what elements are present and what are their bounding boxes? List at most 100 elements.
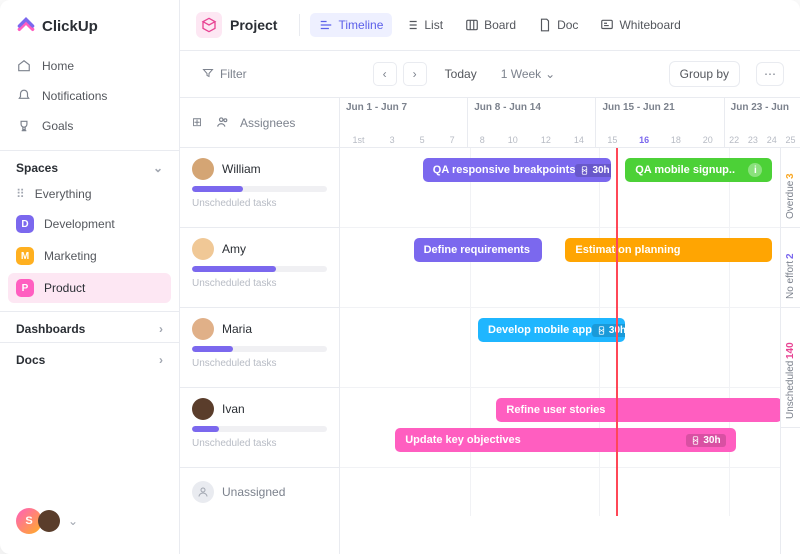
avatar — [192, 398, 214, 420]
assignee-row: Amy Unscheduled tasks — [180, 228, 339, 308]
sidetab-count: 2 — [785, 253, 796, 259]
dashboards-header[interactable]: Dashboards › — [0, 311, 179, 342]
assignee-amy[interactable]: Amy — [192, 238, 327, 260]
capacity-bar — [192, 186, 327, 192]
tab-board[interactable]: Board — [456, 13, 525, 37]
range-label: 1 Week — [501, 67, 541, 81]
week-label: Jun 15 - Jun 21 — [602, 102, 717, 113]
user-avatar-row: S ⌄ — [0, 500, 179, 542]
section-title: Dashboards — [16, 322, 85, 336]
unscheduled-label: Unscheduled tasks — [192, 358, 327, 369]
tab-whiteboard[interactable]: Whiteboard — [591, 13, 689, 37]
chevron-right-icon: › — [413, 67, 417, 81]
sidetab-count: 3 — [785, 173, 796, 179]
capacity-bar — [192, 426, 327, 432]
capacity-bar — [192, 266, 327, 272]
nav-home[interactable]: Home — [8, 52, 171, 80]
sidebar: ClickUp Home Notifications Goals Spaces … — [0, 0, 180, 554]
next-button[interactable]: › — [403, 62, 427, 86]
assignee-maria[interactable]: Maria — [192, 318, 327, 340]
task-label: Define requirements — [424, 244, 530, 256]
assignee-william[interactable]: William — [192, 158, 327, 180]
tab-timeline[interactable]: Timeline — [310, 13, 392, 37]
space-badge: D — [16, 215, 34, 233]
tab-doc[interactable]: Doc — [529, 13, 587, 37]
task-bar-refine[interactable]: Refine user stories — [496, 398, 781, 422]
project-toolbar: Project Timeline List Board Doc Whiteboa… — [180, 0, 800, 51]
assignee-unassigned[interactable]: Unassigned — [180, 468, 339, 516]
week-block: Jun 23 - Jun 22232425 — [725, 98, 800, 147]
assignee-name-label: Maria — [222, 322, 252, 336]
brand-name: ClickUp — [42, 18, 98, 35]
spaces-header[interactable]: Spaces ⌄ — [0, 150, 179, 181]
task-bar-dev-mobile[interactable]: Develop mobile app 30h — [478, 318, 625, 342]
sidetab-label: Unscheduled — [785, 361, 796, 419]
project-cube-icon — [196, 12, 222, 38]
capacity-bar — [192, 346, 327, 352]
tab-label: Whiteboard — [619, 18, 680, 32]
tab-label: Timeline — [338, 18, 383, 32]
assignee-ivan[interactable]: Ivan — [192, 398, 327, 420]
range-selector[interactable]: 1 Week ⌄ — [495, 63, 562, 85]
project-title: Project — [230, 17, 277, 33]
nav-notifications[interactable]: Notifications — [8, 82, 171, 110]
unscheduled-label: Unscheduled tasks — [192, 198, 327, 209]
bell-icon — [16, 88, 32, 104]
brand-logo[interactable]: ClickUp — [0, 12, 179, 52]
task-label: QA mobile signup.. — [635, 164, 735, 176]
chevron-down-icon: ⌄ — [68, 514, 78, 528]
task-bar-define-req[interactable]: Define requirements — [414, 238, 543, 262]
task-label: Develop mobile app — [488, 324, 592, 336]
task-bar-qa-breakpoints[interactable]: QA responsive breakpoints 30h — [423, 158, 612, 182]
date-header: Jun 1 - Jun 7 1st357 Jun 8 - Jun 14 8101… — [340, 98, 800, 148]
task-label: Refine user stories — [506, 404, 605, 416]
timeline-row: Refine user stories Update key objective… — [340, 388, 800, 468]
week-block: Jun 8 - Jun 14 8101214 — [468, 98, 596, 147]
week-block: Jun 1 - Jun 7 1st357 — [340, 98, 468, 147]
timeline-subbar: Filter ‹ › Today 1 Week ⌄ Group by ⋯ — [180, 51, 800, 98]
task-label: Update key objectives — [405, 434, 521, 446]
time-badge: 30h — [575, 164, 611, 177]
timeline-row: QA responsive breakpoints 30h QA mobile … — [340, 148, 800, 228]
time-badge: 30h — [592, 324, 625, 337]
time-badge: 30h — [686, 434, 725, 447]
sidetab-unscheduled[interactable]: Unscheduled 140 — [781, 308, 800, 428]
space-product[interactable]: P Product — [8, 273, 171, 303]
tab-list[interactable]: List — [396, 13, 452, 37]
task-bar-estimation[interactable]: Estimation planning — [565, 238, 772, 262]
filter-button[interactable]: Filter — [196, 63, 253, 86]
space-badge: P — [16, 279, 34, 297]
docs-header[interactable]: Docs › — [0, 342, 179, 373]
board-icon — [465, 18, 479, 32]
assignee-column: ⊞ Assignees William Unscheduled tasks A — [180, 98, 340, 554]
prev-button[interactable]: ‹ — [373, 62, 397, 86]
today-marker — [616, 148, 618, 516]
space-development[interactable]: D Development — [8, 209, 171, 239]
sidetab-noeffort[interactable]: No effort 2 — [781, 228, 800, 308]
more-button[interactable]: ⋯ — [756, 62, 784, 86]
space-label: Product — [44, 281, 85, 295]
user-avatar[interactable] — [38, 510, 60, 532]
timeline-grid: Jun 1 - Jun 7 1st357 Jun 8 - Jun 14 8101… — [340, 98, 800, 554]
assignee-row: Maria Unscheduled tasks — [180, 308, 339, 388]
chevron-down-icon: ⌄ — [153, 161, 163, 175]
assignees-header[interactable]: ⊞ Assignees — [180, 98, 339, 148]
info-icon: i — [748, 163, 762, 177]
sidetab-label: No effort — [785, 261, 796, 299]
timeline-icon — [319, 18, 333, 32]
side-tabs: Overdue 3 No effort 2 Unscheduled 140 — [780, 148, 800, 554]
task-bar-update-obj[interactable]: Update key objectives 30h — [395, 428, 735, 452]
space-marketing[interactable]: M Marketing — [8, 241, 171, 271]
filter-label: Filter — [220, 67, 247, 81]
tab-label: List — [424, 18, 443, 32]
today-button[interactable]: Today — [437, 63, 485, 85]
assignee-name-label: Amy — [222, 242, 246, 256]
groupby-button[interactable]: Group by — [669, 61, 740, 87]
sidetab-overdue[interactable]: Overdue 3 — [781, 148, 800, 228]
nav-goals[interactable]: Goals — [8, 112, 171, 140]
task-bar-qa-mobile[interactable]: QA mobile signup.. i — [625, 158, 772, 182]
unscheduled-label: Unscheduled tasks — [192, 438, 327, 449]
assignee-name-label: William — [222, 162, 261, 176]
tab-label: Board — [484, 18, 516, 32]
space-everything[interactable]: ⠿ Everything — [8, 181, 171, 207]
